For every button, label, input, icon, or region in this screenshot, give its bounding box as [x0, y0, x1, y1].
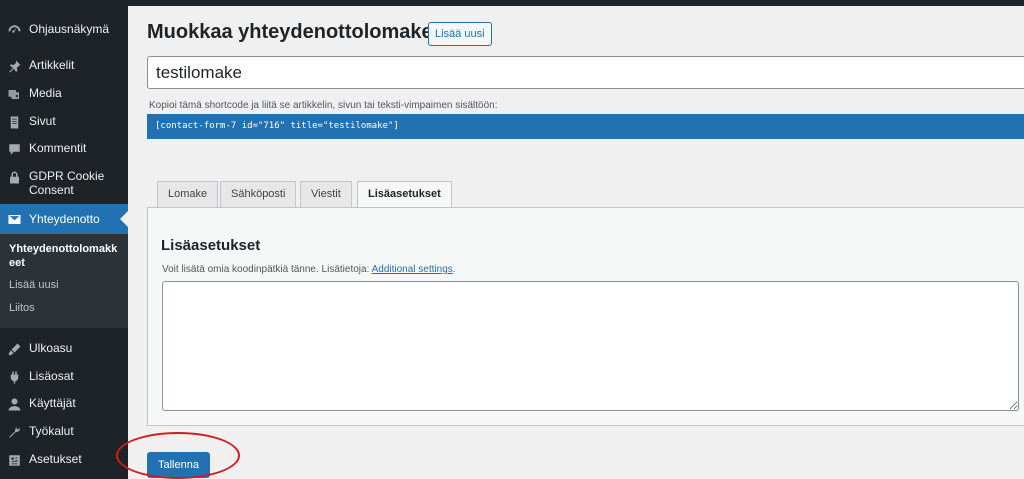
sidebar-item-appearance[interactable]: Ulkoasu — [0, 341, 128, 357]
users-icon — [6, 396, 22, 412]
sidebar-item-settings[interactable]: Asetukset — [0, 452, 128, 468]
lock-icon — [6, 169, 22, 185]
dashboard-icon — [6, 22, 22, 38]
sidebar-item-dashboard[interactable]: Ohjausnäkymä — [0, 22, 128, 38]
panel-description-text: Voit lisätä omia koodinpätkiä tänne. Lis… — [162, 264, 370, 275]
shortcode-field[interactable]: [contact-form-7 id="716" title="testilom… — [147, 114, 1024, 139]
panel-heading: Lisäasetukset — [161, 237, 261, 254]
sidebar-item-yhteydenotto[interactable]: Yhteydenotto — [0, 204, 128, 234]
tab-additional-settings[interactable]: Lisäasetukset — [357, 181, 452, 209]
sidebar-item-plugins[interactable]: Lisäosat — [0, 369, 128, 385]
sidebar-item-gdpr-cookie-consent[interactable]: GDPR Cookie Consent — [0, 169, 128, 197]
pin-icon — [6, 58, 22, 74]
media-icon — [6, 86, 22, 102]
submenu-item-add-new[interactable]: Lisää uusi — [9, 278, 59, 292]
mail-icon — [6, 211, 22, 227]
sidebar-submenu: Yhteydenottolomakkeet Lisää uusi Liitos — [0, 234, 128, 328]
additional-settings-textarea[interactable] — [162, 281, 1019, 411]
tools-icon — [6, 424, 22, 440]
sidebar-item-media[interactable]: Media — [0, 86, 128, 102]
additional-settings-panel: Lisäasetukset Voit lisätä omia koodinpät… — [147, 207, 1024, 426]
save-button[interactable]: Tallenna — [147, 452, 210, 478]
sidebar-item-articles[interactable]: Artikkelit — [0, 58, 128, 74]
plugins-icon — [6, 369, 22, 385]
submenu-item-integration[interactable]: Liitos — [9, 301, 35, 315]
panel-description: Voit lisätä omia koodinpätkiä tänne. Lis… — [162, 264, 456, 275]
pages-icon — [6, 114, 22, 130]
active-menu-arrow — [120, 211, 128, 227]
panel-description-suffix: . — [452, 264, 456, 275]
sidebar-item-pages[interactable]: Sivut — [0, 114, 128, 130]
add-new-button[interactable]: Lisää uusi — [428, 22, 492, 46]
submenu-item-forms[interactable]: Yhteydenottolomakkeet — [9, 242, 121, 270]
tab-form[interactable]: Lomake — [157, 181, 219, 207]
main-content: Muokkaa yhteydenottolomaketta Lisää uusi… — [128, 6, 1024, 479]
tab-mail[interactable]: Sähköposti — [220, 181, 297, 207]
settings-icon — [6, 452, 22, 468]
shortcode-hint: Kopioi tämä shortcode ja liitä se artikk… — [149, 100, 498, 111]
additional-settings-link[interactable]: Additional settings — [372, 264, 453, 275]
sidebar-item-tools[interactable]: Työkalut — [0, 424, 128, 440]
appearance-icon — [6, 341, 22, 357]
comments-icon — [6, 141, 22, 157]
form-title-input[interactable]: testilomake — [147, 56, 1024, 89]
sidebar-item-comments[interactable]: Kommentit — [0, 141, 128, 157]
sidebar-item-users[interactable]: Käyttäjät — [0, 396, 128, 412]
page-title: Muokkaa yhteydenottolomaketta — [147, 21, 458, 43]
admin-sidebar: Ohjausnäkymä Artikkelit Media Sivut Komm… — [0, 6, 128, 479]
tab-messages[interactable]: Viestit — [300, 181, 352, 207]
